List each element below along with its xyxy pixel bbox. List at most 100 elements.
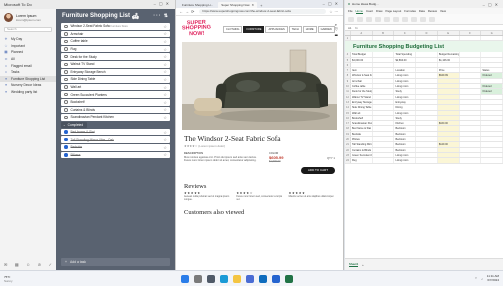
- cell[interactable]: Kitchen: [394, 121, 417, 126]
- cell[interactable]: $160.00: [437, 121, 460, 126]
- task-checkbox[interactable]: [64, 100, 68, 104]
- star-icon[interactable]: ☆: [163, 107, 167, 112]
- sheet-tab[interactable]: Sheet1: [349, 262, 359, 267]
- number-format-icon[interactable]: [384, 16, 390, 22]
- clock[interactable]: 11:11 AM 6/7/2024: [487, 274, 499, 282]
- cell[interactable]: [416, 68, 438, 73]
- cell[interactable]: [437, 126, 460, 131]
- cell[interactable]: Walnut TV Stand: [351, 94, 373, 99]
- cell[interactable]: Scandinavian Pendant Kitchen: [351, 121, 373, 126]
- font-icon[interactable]: [357, 16, 363, 22]
- url-input[interactable]: https://www.supershoppingnow.com/the-win…: [199, 8, 327, 15]
- cell[interactable]: [460, 57, 482, 62]
- cell[interactable]: [373, 89, 395, 94]
- cell[interactable]: [373, 52, 395, 57]
- cell-reference[interactable]: A1: [348, 26, 351, 30]
- cell[interactable]: [373, 62, 395, 68]
- nav-buttons[interactable]: ←→⟳: [179, 9, 196, 14]
- window-controls[interactable]: –▢✕: [154, 1, 172, 6]
- cell[interactable]: Pillows: [351, 137, 373, 142]
- task-item[interactable]: Rug ☆: [61, 45, 170, 53]
- cell[interactable]: Bedroom: [394, 137, 417, 142]
- sidebar-item[interactable]: ⌂ Tasks: [0, 69, 56, 76]
- cell[interactable]: Bed frame & Slat: [351, 126, 373, 131]
- cell[interactable]: Bookshelf: [351, 115, 373, 121]
- cell[interactable]: Bedside: [351, 131, 373, 137]
- column-header[interactable]: G: [481, 31, 503, 35]
- cell[interactable]: [373, 147, 395, 152]
- cell[interactable]: [460, 89, 482, 94]
- cell[interactable]: [460, 126, 482, 131]
- task-item[interactable]: Side Dining Table ☆: [61, 76, 170, 83]
- cell[interactable]: [460, 62, 482, 68]
- task-item[interactable]: Windsor 2-Seat Fabric Sofa Furniture Sto…: [61, 23, 170, 30]
- ribbon-tab[interactable]: File: [348, 9, 353, 13]
- weather-widget[interactable]: 75°F Sunny: [0, 275, 60, 283]
- cell[interactable]: [416, 152, 438, 158]
- cell[interactable]: [373, 105, 395, 110]
- attach-icon[interactable]: ⊘: [38, 262, 41, 267]
- cell[interactable]: [416, 78, 438, 84]
- cell[interactable]: Total Spending: [394, 52, 417, 57]
- cell[interactable]: Living room: [394, 84, 417, 89]
- cell[interactable]: [416, 89, 438, 94]
- site-nav-link[interactable]: TECH: [288, 25, 302, 33]
- cell[interactable]: [460, 52, 482, 57]
- site-nav-link[interactable]: CLOTHING: [223, 25, 243, 33]
- ribbon-tab[interactable]: Review: [428, 9, 437, 13]
- cell[interactable]: Living room: [394, 73, 417, 78]
- task-checkbox[interactable]: [64, 85, 68, 89]
- cell[interactable]: [437, 84, 460, 89]
- cell[interactable]: Bedroom: [394, 142, 417, 147]
- task-checkbox[interactable]: [64, 32, 68, 36]
- cell[interactable]: [437, 89, 460, 94]
- column-header[interactable]: F: [460, 31, 482, 35]
- cell[interactable]: [481, 57, 503, 62]
- cell[interactable]: [437, 147, 460, 152]
- ribbon-tab[interactable]: Data: [419, 9, 425, 13]
- cell[interactable]: [394, 36, 417, 41]
- cell[interactable]: [481, 62, 503, 68]
- task-item[interactable]: Coffee table ☆: [61, 38, 170, 45]
- cell[interactable]: Bedroom: [394, 126, 417, 131]
- search-icon[interactable]: [193, 274, 202, 283]
- cell[interactable]: [416, 137, 438, 142]
- cell[interactable]: [481, 110, 503, 115]
- cell[interactable]: [460, 142, 482, 147]
- sheet-tab[interactable]: +: [362, 263, 364, 267]
- star-icon[interactable]: ☆: [163, 39, 167, 44]
- sidebar-item[interactable]: ⌂ Flagged email: [0, 62, 56, 69]
- completed-task-item[interactable]: Bedside ☆: [61, 143, 170, 151]
- close-tab-icon[interactable]: ✕: [252, 3, 255, 7]
- cell[interactable]: Rug: [351, 158, 373, 163]
- cell[interactable]: [437, 115, 460, 121]
- ribbon-tab[interactable]: Page Layout: [386, 9, 402, 13]
- column-header[interactable]: C: [394, 31, 417, 35]
- site-nav-link[interactable]: FURNITURE: [243, 25, 265, 33]
- cell[interactable]: Ordered: [481, 89, 503, 94]
- sidebar-item[interactable]: ≡ Furniture Shopping List: [0, 75, 56, 83]
- task-checkbox[interactable]: [64, 54, 68, 59]
- check-icon[interactable]: ✓: [49, 262, 52, 267]
- cell[interactable]: [351, 62, 373, 68]
- cell[interactable]: [437, 78, 460, 84]
- cell[interactable]: $4,000.00: [351, 57, 373, 62]
- cell[interactable]: [373, 36, 395, 41]
- sidebar-item[interactable]: ☀ My Day: [0, 36, 56, 43]
- cell[interactable]: [373, 78, 395, 84]
- star-icon[interactable]: ☆: [163, 24, 167, 29]
- cell[interactable]: [481, 131, 503, 137]
- cell[interactable]: Living room: [394, 78, 417, 84]
- cell[interactable]: [416, 52, 438, 57]
- site-logo[interactable]: SUPER SHOPPING NOW!: [182, 20, 212, 38]
- task-checkbox[interactable]: [64, 115, 68, 120]
- profile[interactable]: Lorem Ipsum lorem@ipsum.com: [0, 9, 56, 26]
- column-header[interactable]: E: [438, 31, 460, 35]
- star-icon[interactable]: ☆: [163, 130, 167, 135]
- star-icon[interactable]: ☆: [163, 62, 167, 67]
- sidebar-item[interactable]: ▦ Planned: [0, 49, 56, 56]
- cell[interactable]: Location: [394, 68, 417, 73]
- cell[interactable]: Living room: [394, 158, 417, 163]
- cell[interactable]: [437, 94, 460, 99]
- editing-icon[interactable]: [411, 16, 417, 22]
